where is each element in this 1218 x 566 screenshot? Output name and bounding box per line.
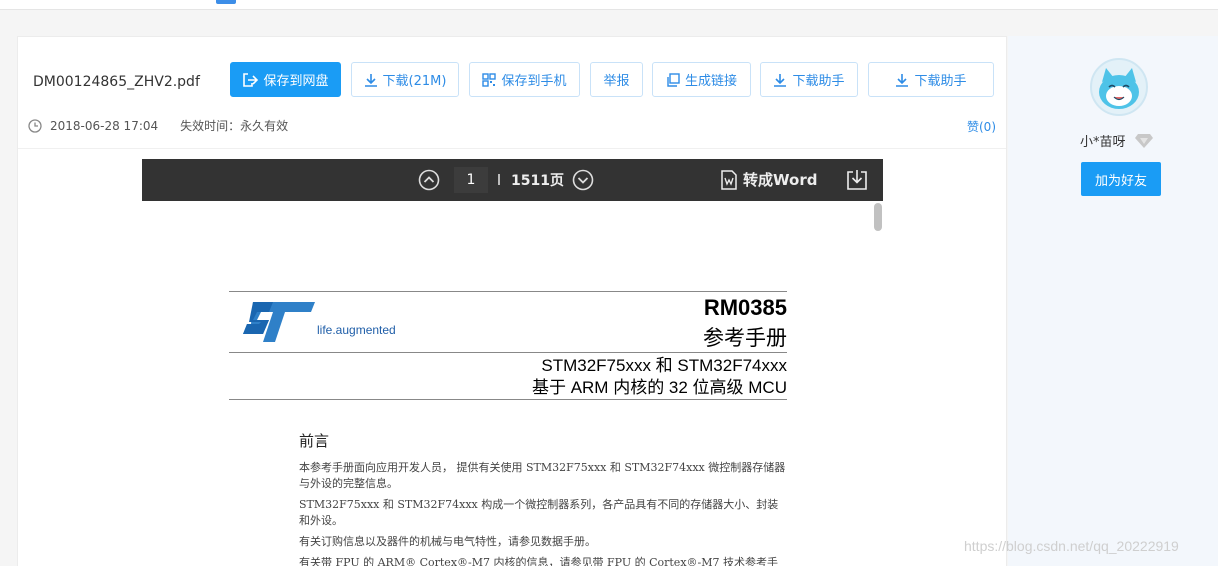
subtitle-line-2: 基于 ARM 内核的 32 位高级 MCU	[531, 378, 787, 397]
watermark: https://blog.csdn.net/qq_20222919	[964, 538, 1179, 554]
save-to-phone-button[interactable]: 保存到手机	[469, 62, 580, 97]
viewer-toolbar: 1 1511页 转成Word	[142, 159, 883, 201]
generate-link-label: 生成链接	[684, 74, 737, 89]
document-body: 前言 本参考手册面向应用开发人员， 提供有关使用 STM32F75xxx 和 S…	[229, 400, 787, 566]
page-down-icon[interactable]	[572, 169, 594, 191]
pdf-viewer: 1 1511页 转成Word life.augmented RM0385 参考手…	[142, 159, 883, 566]
page-number-input[interactable]: 1	[454, 167, 488, 193]
paragraph: STM32F75xxx 和 STM32F74xxx 构成一个微控制器系列，各产品…	[299, 498, 779, 527]
document-type: 参考手册	[703, 326, 787, 350]
expire-time: 失效时间：永久有效	[180, 119, 289, 133]
report-label: 举报	[603, 74, 630, 89]
add-friend-button[interactable]: 加为好友	[1081, 162, 1161, 196]
top-bar	[0, 0, 1218, 10]
viewer-scrollbar[interactable]	[874, 203, 882, 231]
download-helper-button[interactable]: 下载助手	[760, 62, 858, 97]
diamond-icon	[1134, 133, 1153, 148]
paragraph: 本参考手册面向应用开发人员， 提供有关使用 STM32F75xxx 和 STM3…	[299, 461, 786, 490]
document-code: RM0385	[703, 295, 787, 320]
paragraph: 有关带 FPU 的 ARM® Cortex®-M7 内核的信息，请参见带 FPU…	[299, 556, 778, 566]
download-icon	[364, 73, 377, 87]
download-icon	[774, 73, 787, 87]
save-to-phone-label: 保存到手机	[501, 74, 567, 89]
document-header: life.augmented RM0385 参考手册	[229, 292, 787, 352]
export-icon	[243, 72, 259, 87]
viewer-download-icon[interactable]	[846, 169, 868, 191]
save-to-netdisk-button[interactable]: 保存到网盘	[230, 62, 341, 97]
logo-tagline: life.augmented	[317, 323, 396, 337]
download-button[interactable]: 下载(21M)	[351, 62, 459, 97]
uploader-panel: 小*苗呀 加为好友	[1008, 36, 1218, 566]
page-total: 1511页	[511, 173, 564, 189]
generate-link-button[interactable]: 生成链接	[652, 62, 751, 97]
file-panel: DM00124865_ZHV2.pdf 保存到网盘 下载(21M) 保存到手机 …	[17, 36, 1007, 566]
qrcode-icon	[482, 72, 497, 87]
download-label: 下载(21M)	[382, 74, 447, 89]
clock-icon	[28, 118, 42, 133]
save-to-netdisk-label: 保存到网盘	[263, 74, 329, 89]
st-logo-icon	[243, 302, 315, 342]
section-heading: 前言	[299, 432, 330, 450]
divider	[18, 148, 1006, 149]
report-button[interactable]: 举报	[590, 62, 643, 97]
page-separator	[498, 174, 500, 185]
like-link[interactable]: 赞(0)	[967, 118, 996, 135]
subtitle-line-1: STM32F75xxx 和 STM32F74xxx	[541, 356, 787, 375]
active-tab-indicator	[216, 0, 236, 4]
uploader-name-row: 小*苗呀	[1080, 131, 1154, 150]
file-name: DM00124865_ZHV2.pdf	[33, 74, 200, 90]
uploader-name[interactable]: 小*苗呀	[1080, 131, 1126, 150]
download-helper-label-2: 下载助手	[914, 74, 967, 89]
download-helper-label: 下载助手	[792, 74, 845, 89]
page-up-icon[interactable]	[418, 169, 440, 191]
word-doc-icon	[721, 169, 737, 190]
copy-icon	[667, 72, 680, 87]
download-icon	[896, 73, 909, 87]
document-subtitle: STM32F75xxx 和 STM32F74xxx 基于 ARM 内核的 32 …	[229, 353, 787, 399]
convert-to-word-label: 转成Word	[743, 171, 818, 189]
avatar[interactable]	[1090, 58, 1148, 116]
paragraph: 有关订购信息以及器件的机械与电气特性，请参见数据手册。	[299, 535, 596, 548]
document-page: life.augmented RM0385 参考手册 STM32F75xxx 和…	[229, 291, 787, 566]
download-helper-button-2[interactable]: 下载助手	[868, 62, 994, 97]
cartoon-cat-avatar-icon	[1099, 68, 1139, 109]
file-meta: 2018-06-28 17:04 失效时间：永久有效	[28, 117, 288, 134]
upload-date: 2018-06-28 17:04	[50, 118, 159, 133]
convert-to-word-button[interactable]: 转成Word	[720, 169, 817, 190]
